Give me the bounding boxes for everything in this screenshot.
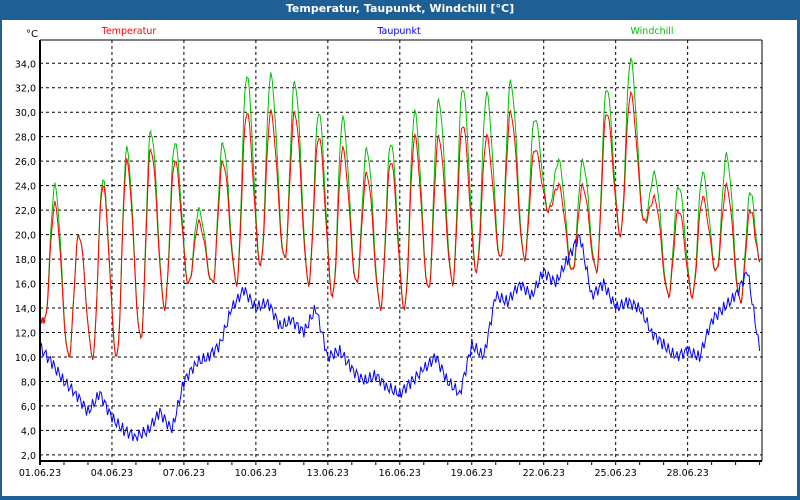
y-tick-label: 20,0 bbox=[15, 231, 36, 242]
y-tick-label: 24,0 bbox=[15, 182, 36, 193]
y-tick-label: 12,0 bbox=[15, 328, 36, 339]
y-tick-label: 28,0 bbox=[15, 133, 36, 144]
x-tick-label: 07.06.23 bbox=[163, 468, 205, 479]
y-tick-label: 26,0 bbox=[15, 157, 36, 168]
legend-windchill: Windchill bbox=[630, 26, 673, 37]
x-tick-label: 25.06.23 bbox=[595, 468, 637, 479]
x-tick-label: 04.06.23 bbox=[91, 468, 133, 479]
x-tick-label: 22.06.23 bbox=[523, 468, 565, 479]
x-tick-label: 13.06.23 bbox=[307, 468, 349, 479]
x-tick-label: 19.06.23 bbox=[451, 468, 493, 479]
y-tick-label: 16,0 bbox=[15, 280, 36, 291]
window-title: Temperatur, Taupunkt, Windchill [°C] bbox=[285, 2, 515, 15]
legend-temperatur: Temperatur bbox=[101, 26, 157, 37]
y-tick-label: 4,0 bbox=[21, 426, 36, 437]
y-tick-label: 18,0 bbox=[15, 255, 36, 266]
y-tick-label: 30,0 bbox=[15, 108, 36, 119]
x-tick-label: 01.06.23 bbox=[19, 468, 61, 479]
y-tick-label: 10,0 bbox=[15, 353, 36, 364]
y-tick-label: 6,0 bbox=[21, 402, 36, 413]
y-tick-label: 2,0 bbox=[21, 451, 36, 462]
y-axis-unit: °C bbox=[26, 29, 38, 40]
y-tick-label: 14,0 bbox=[15, 304, 36, 315]
x-tick-label: 10.06.23 bbox=[235, 468, 277, 479]
x-tick-label: 16.06.23 bbox=[379, 468, 421, 479]
x-tick-label: 28.06.23 bbox=[666, 468, 708, 479]
y-tick-label: 32,0 bbox=[15, 84, 36, 95]
legend-taupunkt: Taupunkt bbox=[376, 26, 421, 37]
y-tick-label: 34,0 bbox=[15, 59, 36, 70]
chart-panel: 2,0 4,0 6,0 8,0 10,0 12,0 14,0 16,0 18,0 20,0 22,0… bbox=[2, 20, 797, 496]
chart: 2,0 4,0 6,0 8,0 10,0 12,0 14,0 16,0 18,0 20,0 22,0… bbox=[15, 26, 763, 479]
y-tick-label: 22,0 bbox=[15, 206, 36, 217]
y-tick-label: 8,0 bbox=[21, 377, 36, 388]
